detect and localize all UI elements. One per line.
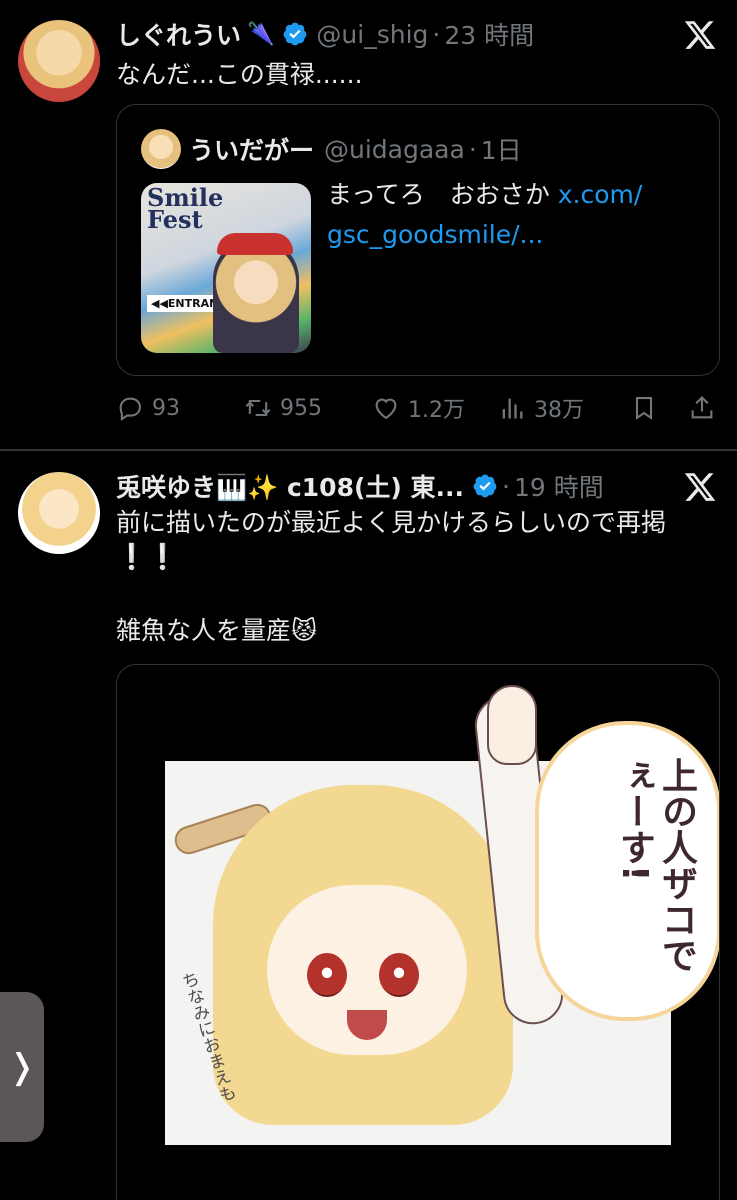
umbrella-emoji: 🌂 bbox=[247, 21, 275, 47]
illustration-right-eye bbox=[379, 953, 419, 997]
quoted-author-handle: @uidagaaa bbox=[324, 134, 465, 164]
separator-dot: · bbox=[468, 134, 477, 164]
quoted-tweet-header: ういだがー @uidagaaa · 1日 bbox=[189, 131, 522, 167]
x-logo-icon[interactable] bbox=[683, 18, 717, 52]
analytics-icon bbox=[502, 398, 523, 419]
quoted-tweet-thumbnail[interactable]: Smile Fest ◀◀ENTRANCE bbox=[141, 183, 311, 353]
author-avatar[interactable] bbox=[18, 20, 100, 102]
reply-icon bbox=[119, 397, 141, 422]
share-icon bbox=[691, 396, 713, 419]
tweet-time[interactable]: 19 時間 bbox=[514, 468, 604, 504]
quoted-author-name: ういだがー bbox=[189, 136, 315, 165]
tweet-text-line-1: 前に描いたのが最近よく見かけるらしいので再掲 bbox=[116, 508, 667, 537]
like-button[interactable]: 1.2万 bbox=[372, 392, 465, 424]
thumbnail-figure-hat bbox=[217, 233, 293, 255]
tweet-text: なんだ...この貫禄...... bbox=[116, 60, 363, 89]
share-button[interactable] bbox=[688, 394, 724, 422]
tweet-header: しぐれうい 🌂 @ui_shig · 23 時間 bbox=[116, 14, 534, 54]
reply-button[interactable]: 93 bbox=[116, 394, 180, 422]
retweet-icon bbox=[245, 399, 271, 417]
x-logo-icon[interactable] bbox=[683, 470, 717, 504]
like-count: 1.2万 bbox=[408, 398, 465, 423]
views-count: 38万 bbox=[534, 398, 584, 423]
author-avatar[interactable] bbox=[18, 472, 100, 554]
retweet-button[interactable]: 955 bbox=[244, 394, 322, 422]
quoted-tweet-time: 1日 bbox=[480, 136, 522, 165]
verified-badge-icon bbox=[284, 22, 307, 46]
tweet-time[interactable]: 23 時間 bbox=[444, 16, 534, 52]
quoted-tweet-card[interactable]: ういだがー @uidagaaa · 1日 Smile Fest ◀◀ENTRANC… bbox=[116, 104, 720, 376]
tweet-header: 兎咲ゆき🎹✨ c108(土) 東... · 19 時間 bbox=[116, 466, 604, 506]
author-name[interactable]: 兎咲ゆき🎹✨ c108(土) 東... bbox=[116, 468, 464, 504]
chevron-right-icon: ❭ bbox=[7, 1047, 37, 1087]
thumbnail-sign-text: Smile Fest bbox=[147, 183, 224, 234]
speech-bubble-text: 上の人ザコでぇーす! bbox=[614, 757, 697, 973]
tweet-divider bbox=[0, 449, 737, 451]
bookmark-icon bbox=[635, 397, 653, 420]
quoted-link-continued[interactable]: gsc_goodsmile/... bbox=[327, 220, 543, 249]
verified-badge-icon bbox=[473, 474, 497, 498]
quoted-link[interactable]: x.com/ bbox=[558, 180, 643, 209]
quoted-text-body: まってろ おおさか bbox=[327, 180, 550, 209]
retweet-count: 955 bbox=[280, 395, 322, 421]
tweet-text-line-2: ❕❕ bbox=[116, 542, 179, 571]
author-handle[interactable]: @ui_shig bbox=[316, 20, 428, 49]
reply-count: 93 bbox=[152, 395, 180, 421]
action-bar: 93 955 1.2万 38万 bbox=[116, 388, 720, 428]
side-panel-tab[interactable]: ❭ bbox=[0, 992, 44, 1142]
quoted-author-avatar bbox=[141, 129, 181, 169]
thumbnail-figure bbox=[213, 239, 299, 353]
separator-dot: · bbox=[432, 19, 441, 49]
illustration-left-eye bbox=[307, 953, 347, 997]
bookmark-button[interactable] bbox=[630, 394, 666, 422]
tweet-1[interactable]: しぐれうい 🌂 @ui_shig · 23 時間 なんだ...この貫禄.....… bbox=[0, 0, 737, 450]
tweet-media-image[interactable]: 上の人ザコでぇーす! ちなみにおまえも bbox=[116, 664, 720, 1200]
views-button[interactable]: 38万 bbox=[498, 392, 584, 424]
tweet-2[interactable]: 兎咲ゆき🎹✨ c108(土) 東... · 19 時間 前に描いたのが最近よく見… bbox=[0, 452, 737, 1200]
tweet-text-line-3: 雑魚な人を量産😾 bbox=[116, 616, 318, 645]
author-name[interactable]: しぐれうい bbox=[116, 16, 241, 52]
illustration-pointing-hand bbox=[487, 685, 537, 765]
separator-dot: · bbox=[502, 471, 510, 501]
heart-icon bbox=[375, 398, 397, 420]
quoted-tweet-text: まってろ おおさか x.com/ gsc_goodsmile/... bbox=[327, 175, 697, 255]
